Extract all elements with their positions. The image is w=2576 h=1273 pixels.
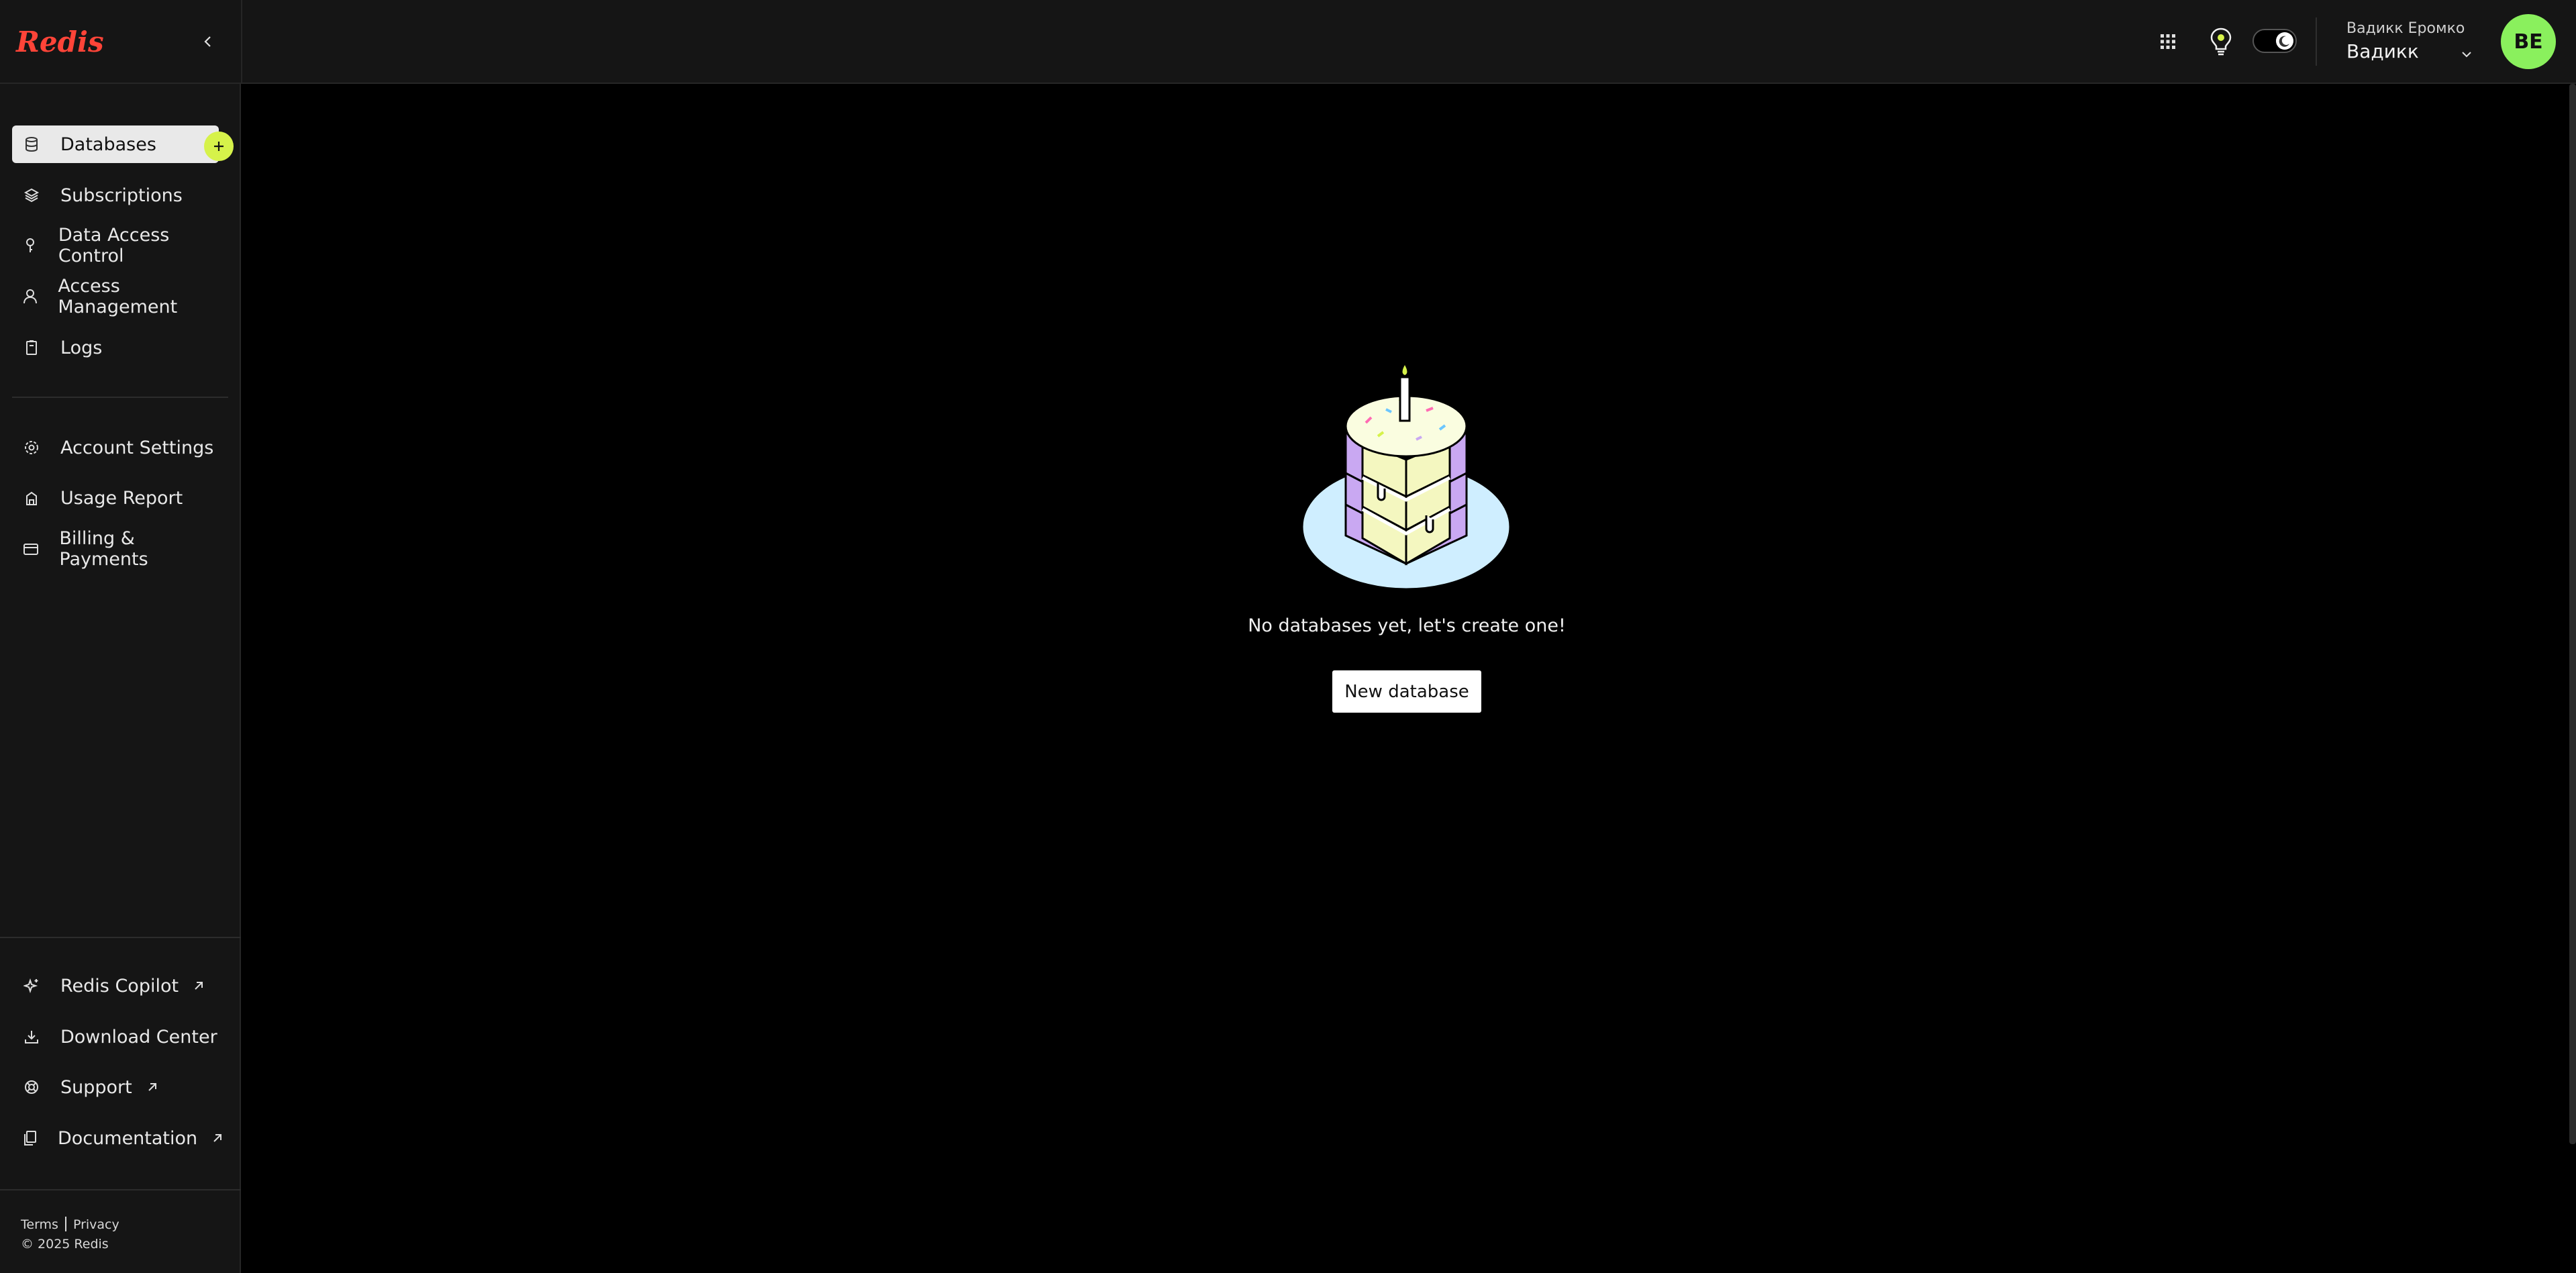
docs-icon <box>23 1129 38 1147</box>
copyright: © 2025 Redis <box>21 1237 109 1252</box>
sidebar-item-label: Data Access Control <box>58 225 170 266</box>
download-icon <box>23 1028 40 1046</box>
new-database-button[interactable]: New database <box>1332 670 1481 713</box>
external-link-icon <box>192 978 208 994</box>
top-bar: Redis Вадикк Еромко Вадикк ВЕ <box>0 0 2576 84</box>
sidebar-item-label: Account Settings <box>60 437 214 458</box>
header-separator <box>2316 17 2317 66</box>
sidebar-divider <box>12 397 228 398</box>
chevron-left-icon <box>201 35 215 48</box>
avatar[interactable]: ВЕ <box>2501 14 2556 69</box>
external-link-icon <box>146 1079 162 1095</box>
sidebar-item-usage-report[interactable]: Usage Report <box>12 479 219 517</box>
sidebar-item-support[interactable]: Support <box>12 1068 219 1106</box>
sidebar-item-label: Databases <box>60 134 156 155</box>
privacy-link[interactable]: Privacy <box>73 1217 119 1232</box>
apps-button[interactable] <box>2154 28 2181 55</box>
layers-icon <box>23 187 40 204</box>
account-switcher[interactable]: Вадикк Еромко Вадикк <box>2346 17 2474 68</box>
link-separator <box>64 1217 66 1231</box>
grid-icon <box>2159 33 2177 50</box>
account-name: Вадикк Еромко <box>2346 20 2465 37</box>
credit-card-icon <box>23 540 39 558</box>
page-scrollbar[interactable] <box>2569 84 2576 1144</box>
sidebar-item-documentation[interactable]: Documentation <box>12 1119 222 1157</box>
sidebar-item-access-management[interactable]: Access Management <box>12 276 219 317</box>
external-link-icon <box>211 1130 224 1146</box>
sidebar-item-label: Usage Report <box>60 487 183 509</box>
add-database-button[interactable] <box>204 132 234 161</box>
sidebar: Databases Subscriptions Data Access Cont… <box>0 84 241 1273</box>
sidebar-item-label: Subscriptions <box>60 185 183 206</box>
collapse-sidebar-button[interactable] <box>195 28 221 55</box>
report-icon <box>23 489 40 507</box>
account-username: Вадикк <box>2346 40 2419 62</box>
sidebar-item-account-settings[interactable]: Account Settings <box>12 429 219 466</box>
sidebar-bottom-divider <box>0 937 241 938</box>
redis-logo[interactable]: Redis <box>15 26 105 59</box>
sidebar-item-databases[interactable]: Databases <box>12 125 219 163</box>
file-icon <box>23 339 40 356</box>
sidebar-item-data-access-control[interactable]: Data Access Control <box>12 225 219 266</box>
sparkle-icon <box>23 977 40 995</box>
birthday-cake-icon <box>1299 362 1514 594</box>
sidebar-item-label: Documentation <box>58 1127 198 1149</box>
empty-state-message: No databases yet, let's create one! <box>1248 615 1566 636</box>
sidebar-item-label: Billing & Payments <box>59 528 148 570</box>
ideas-button[interactable] <box>2206 24 2236 58</box>
user-icon <box>23 288 38 305</box>
sidebar-item-redis-copilot[interactable]: Redis Copilot <box>12 967 219 1005</box>
lifebuoy-icon <box>23 1078 40 1096</box>
database-icon <box>23 136 40 153</box>
theme-toggle[interactable] <box>2252 29 2297 53</box>
svg-text:Redis: Redis <box>15 26 104 58</box>
terms-link[interactable]: Terms <box>21 1217 58 1232</box>
sidebar-item-logs[interactable]: Logs <box>12 329 219 366</box>
sidebar-item-subscriptions[interactable]: Subscriptions <box>12 176 219 214</box>
gear-icon <box>23 439 40 456</box>
legal-links: Terms Privacy <box>21 1217 119 1232</box>
moon-icon <box>2276 32 2293 50</box>
sidebar-item-label: Redis Copilot <box>60 975 179 997</box>
sidebar-item-label: Support <box>60 1076 132 1098</box>
sidebar-item-label: Access Management <box>58 276 178 317</box>
sidebar-footer-divider <box>0 1189 241 1190</box>
sidebar-item-label: Download Center <box>60 1026 217 1048</box>
topbar-divider <box>241 0 242 84</box>
plus-icon <box>211 139 226 154</box>
key-icon <box>23 237 38 254</box>
sidebar-item-label: Logs <box>60 337 103 358</box>
sidebar-item-download-center[interactable]: Download Center <box>12 1018 219 1056</box>
lightbulb-icon <box>2208 26 2234 56</box>
sidebar-item-billing-payments[interactable]: Billing & Payments <box>12 528 219 570</box>
chevron-down-icon <box>2459 47 2474 62</box>
